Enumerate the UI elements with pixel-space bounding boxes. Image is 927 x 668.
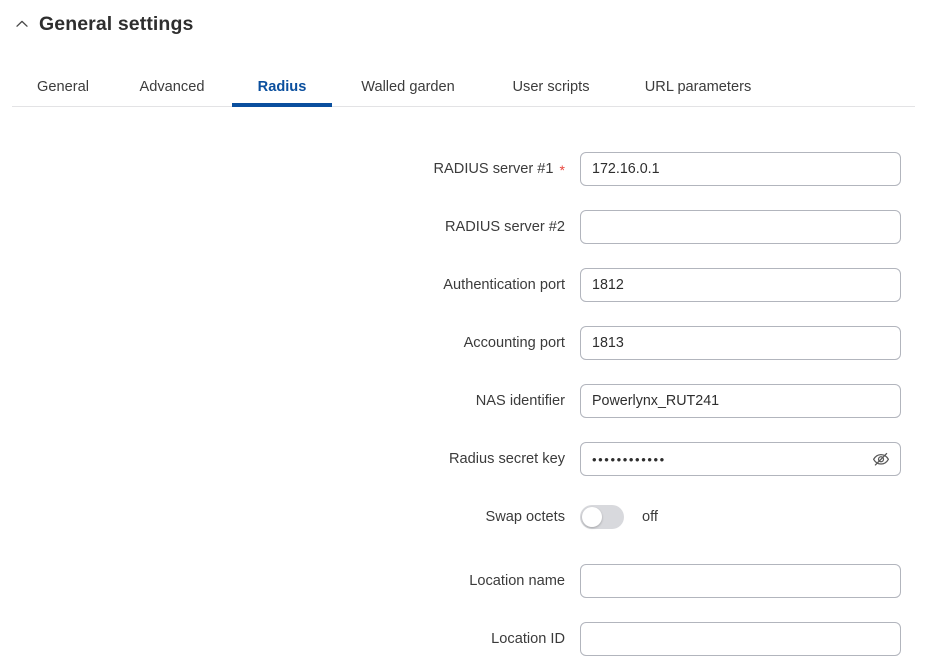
field-authentication-port-label: Authentication port (443, 276, 565, 293)
field-nas-identifier: NAS identifier (0, 372, 927, 430)
accounting-port-input[interactable] (580, 326, 901, 360)
radius-server-2-input[interactable] (580, 210, 901, 244)
field-nas-identifier-label: NAS identifier (475, 392, 565, 409)
field-location-id-label: Location ID (491, 630, 565, 647)
swap-octets-toggle[interactable] (580, 505, 624, 529)
chevron-up-icon[interactable] (14, 16, 30, 32)
page-title: General settings (39, 13, 194, 36)
field-radius-server-1-label-text: RADIUS server #1 (433, 161, 554, 178)
field-radius-secret-key: Radius secret key (0, 430, 927, 488)
settings-tabs: General Advanced Radius Walled garden Us… (0, 58, 927, 107)
tabs-divider (12, 106, 915, 107)
tab-advanced-label: Advanced (139, 79, 205, 95)
tab-radius[interactable]: Radius (232, 58, 332, 107)
tab-general[interactable]: General (14, 58, 112, 107)
tab-radius-label: Radius (257, 79, 307, 95)
field-swap-octets: Swap octets off (0, 488, 927, 546)
panel-header: General settings (0, 0, 927, 50)
tab-user-scripts[interactable]: User scripts (484, 58, 618, 107)
tab-user-scripts-label: User scripts (512, 79, 590, 95)
tab-general-label: General (37, 79, 89, 95)
location-id-input[interactable] (580, 622, 901, 656)
swap-octets-state-label: off (642, 508, 658, 525)
field-radius-server-2-label: RADIUS server #2 (444, 218, 565, 235)
required-marker: * (559, 162, 565, 179)
radius-secret-key-input[interactable] (580, 442, 901, 476)
field-radius-server-1: RADIUS server #1 * (0, 140, 927, 198)
nas-identifier-input[interactable] (580, 384, 901, 418)
radius-server-1-input[interactable] (580, 152, 901, 186)
field-swap-octets-label: Swap octets (485, 508, 566, 525)
authentication-port-input[interactable] (580, 268, 901, 302)
field-accounting-port-label: Accounting port (463, 334, 565, 351)
field-radius-server-2: RADIUS server #2 (0, 198, 927, 256)
tab-walled-garden-label: Walled garden (361, 79, 455, 95)
settings-page: General settings General Advanced Radius… (0, 0, 927, 666)
tab-walled-garden[interactable]: Walled garden (332, 58, 484, 107)
location-name-input[interactable] (580, 564, 901, 598)
field-location-name-label: Location name (469, 572, 565, 589)
field-accounting-port: Accounting port (0, 314, 927, 372)
field-radius-server-1-label: RADIUS server #1 * (0, 161, 565, 177)
field-location-id: Location ID (0, 610, 927, 668)
field-radius-secret-key-label: Radius secret key (449, 450, 565, 467)
tab-url-parameters-label: URL parameters (644, 79, 752, 95)
field-location-name: Location name (0, 552, 927, 610)
tab-advanced[interactable]: Advanced (112, 58, 232, 107)
field-authentication-port: Authentication port (0, 256, 927, 314)
radius-settings-form: RADIUS server #1 * RADIUS server #2 Authe… (0, 140, 927, 668)
eye-slash-icon[interactable] (870, 448, 892, 470)
tab-url-parameters[interactable]: URL parameters (618, 58, 778, 107)
toggle-knob (582, 507, 602, 527)
